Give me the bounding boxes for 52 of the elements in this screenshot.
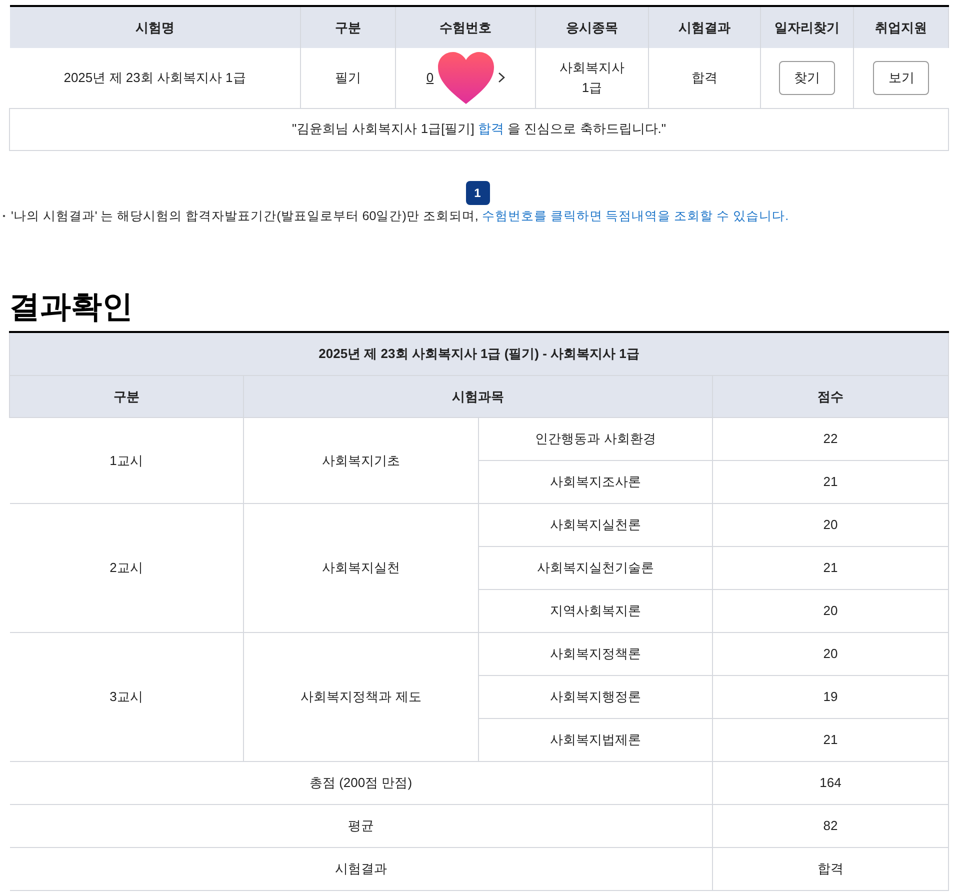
- column-header: 점수: [818, 388, 844, 404]
- summary-value: 164: [820, 775, 842, 790]
- view-support-button[interactable]: 보기: [873, 60, 930, 95]
- exam-number-link[interactable]: 0: [426, 68, 434, 88]
- subject-cell: 사회복지법제론: [550, 732, 641, 747]
- score-cell: 21: [823, 560, 838, 575]
- page-button[interactable]: 1: [466, 180, 490, 204]
- subject-cell: 사회복지정책론: [550, 646, 641, 661]
- heart-icon: [436, 50, 496, 106]
- find-job-button[interactable]: 찾기: [779, 60, 835, 95]
- subject-area-cell: 사회복지기초: [322, 452, 400, 468]
- subject-cell: 사회복지실천기술론: [537, 560, 654, 575]
- exam-field: 사회복지사 1급: [556, 58, 628, 98]
- congratulation-message: "김윤희님 사회복지사 1급[필기] 합격 을 진심으로 축하드립니다.": [292, 121, 666, 136]
- column-header: 응시종목: [566, 20, 618, 35]
- subject-cell: 사회복지실천론: [550, 517, 641, 532]
- section-title: 결과확인: [9, 288, 134, 326]
- exam-result: 합격: [692, 70, 718, 85]
- summary-label: 총점 (200점 만점): [309, 775, 412, 790]
- column-header: 구분: [114, 388, 140, 404]
- subject-cell: 인간행동과 사회환경: [535, 431, 656, 446]
- notice-text: '나의 시험결과' 는 해당시험의 합격자발표기간(발표일로부터 60일간)만 조회되며, 수험번호를 클릭하면 득점내역을 조회할 수 있습니다.: [11, 208, 789, 225]
- table-title: 2025년 제 23회 사회복지사 1급 (필기) - 사회복지사 1급: [318, 346, 640, 362]
- column-header: 수험번호: [440, 20, 492, 35]
- subject-cell: 사회복지행정론: [550, 689, 641, 704]
- column-header: 시험결과: [678, 20, 730, 35]
- period-cell: 3교시: [110, 689, 143, 704]
- column-header: 시험명: [135, 20, 174, 35]
- summary-label: 평균: [348, 818, 374, 833]
- subject-cell: 사회복지조사론: [550, 474, 641, 489]
- subject-cell: 지역사회복지론: [550, 603, 641, 618]
- score-cell: 20: [823, 646, 838, 661]
- column-header: 시험과목: [452, 388, 504, 404]
- exam-type: 필기: [335, 70, 361, 85]
- period-cell: 1교시: [110, 452, 143, 468]
- summary-value: 합격: [818, 861, 844, 876]
- score-cell: 21: [823, 732, 838, 747]
- column-header: 구분: [335, 20, 361, 35]
- exam-name: 2025년 제 23회 사회복지사 1급: [64, 70, 246, 85]
- score-cell: 21: [823, 474, 838, 489]
- period-cell: 2교시: [110, 560, 143, 575]
- summary-label: 시험결과: [334, 861, 387, 876]
- subject-area-cell: 사회복지정책과 제도: [300, 689, 422, 704]
- score-cell: 20: [823, 517, 838, 532]
- column-header: 취업지원: [875, 20, 927, 35]
- chevron-right-icon: [498, 72, 505, 84]
- column-header: 일자리찾기: [774, 20, 840, 35]
- score-cell: 19: [823, 689, 838, 704]
- score-cell: 20: [823, 603, 838, 618]
- subject-area-cell: 사회복지실천: [322, 560, 400, 575]
- summary-value: 82: [823, 818, 838, 833]
- score-cell: 22: [823, 431, 838, 446]
